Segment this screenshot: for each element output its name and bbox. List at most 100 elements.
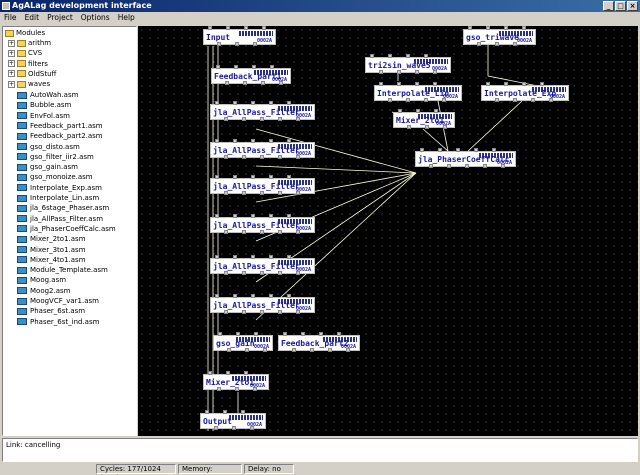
- menu-options[interactable]: Options: [77, 12, 114, 24]
- port-handle[interactable]: [477, 42, 481, 46]
- port-handle[interactable]: [278, 310, 282, 314]
- port-handle[interactable]: [287, 175, 291, 179]
- port-handle[interactable]: [215, 139, 219, 143]
- port-handle[interactable]: [269, 294, 273, 298]
- module-block[interactable]: gso_triwave 0002A: [463, 26, 536, 46]
- port-handle[interactable]: [269, 175, 273, 179]
- port-handle[interactable]: [269, 101, 273, 105]
- port-handle[interactable]: [260, 230, 264, 234]
- port-handle[interactable]: [208, 26, 212, 30]
- port-handle[interactable]: [218, 332, 222, 336]
- tree-file-item[interactable]: Mixer_2to1.asm: [17, 234, 86, 244]
- port-handle[interactable]: [495, 42, 499, 46]
- port-handle[interactable]: [540, 82, 544, 86]
- port-handle[interactable]: [319, 332, 323, 336]
- port-handle[interactable]: [254, 332, 258, 336]
- port-handle[interactable]: [296, 155, 300, 159]
- module-block[interactable]: Mixer_2to1 0002A: [393, 109, 455, 129]
- port-handle[interactable]: [388, 98, 392, 102]
- tree-file-item[interactable]: Interpolate_Lin.asm: [17, 193, 99, 203]
- port-handle[interactable]: [269, 255, 273, 259]
- port-handle[interactable]: [379, 82, 383, 86]
- port-handle[interactable]: [388, 54, 392, 58]
- port-handle[interactable]: [226, 371, 230, 375]
- port-handle[interactable]: [443, 125, 447, 129]
- port-handle[interactable]: [208, 371, 212, 375]
- module-block[interactable]: Mixer_2to1 0002A: [203, 371, 269, 391]
- maximize-button[interactable]: □: [615, 1, 626, 11]
- tree-file-item[interactable]: Mixer_4to1.asm: [17, 255, 86, 265]
- port-handle[interactable]: [442, 98, 446, 102]
- port-handle[interactable]: [296, 230, 300, 234]
- port-handle[interactable]: [260, 155, 264, 159]
- menu-help[interactable]: Help: [114, 12, 139, 24]
- port-handle[interactable]: [424, 98, 428, 102]
- tree-file-item[interactable]: Phaser_6st_ind.asm: [17, 317, 99, 327]
- port-handle[interactable]: [245, 348, 249, 352]
- port-handle[interactable]: [438, 148, 442, 152]
- port-handle[interactable]: [406, 54, 410, 58]
- port-handle[interactable]: [242, 155, 246, 159]
- port-handle[interactable]: [278, 117, 282, 121]
- port-handle[interactable]: [233, 214, 237, 218]
- port-handle[interactable]: [531, 98, 535, 102]
- port-handle[interactable]: [296, 271, 300, 275]
- expand-icon[interactable]: +: [8, 60, 15, 68]
- port-handle[interactable]: [434, 109, 438, 113]
- port-handle[interactable]: [504, 26, 508, 30]
- tree-folder[interactable]: + filters: [8, 59, 48, 69]
- port-handle[interactable]: [217, 42, 221, 46]
- port-handle[interactable]: [346, 348, 350, 352]
- port-handle[interactable]: [250, 426, 254, 430]
- port-handle[interactable]: [474, 148, 478, 152]
- module-block[interactable]: Feedback_part2 0002A: [278, 332, 360, 352]
- menu-file[interactable]: File: [0, 12, 21, 24]
- port-handle[interactable]: [296, 117, 300, 121]
- expand-icon[interactable]: +: [8, 39, 15, 47]
- port-handle[interactable]: [227, 348, 231, 352]
- port-handle[interactable]: [224, 191, 228, 195]
- port-handle[interactable]: [233, 294, 237, 298]
- port-handle[interactable]: [398, 109, 402, 113]
- port-handle[interactable]: [233, 255, 237, 259]
- port-handle[interactable]: [235, 42, 239, 46]
- module-block[interactable]: Feedback_part1 0002A: [211, 65, 291, 85]
- port-handle[interactable]: [251, 175, 255, 179]
- port-handle[interactable]: [253, 387, 257, 391]
- tree-file-item[interactable]: jla_6stage_Phaser.asm: [17, 203, 109, 213]
- tree-file-item[interactable]: Moog2.asm: [17, 286, 70, 296]
- port-handle[interactable]: [522, 26, 526, 30]
- port-handle[interactable]: [232, 426, 236, 430]
- port-handle[interactable]: [215, 294, 219, 298]
- port-handle[interactable]: [370, 54, 374, 58]
- port-handle[interactable]: [214, 426, 218, 430]
- tree-file-item[interactable]: gso_disto.asm: [17, 142, 80, 152]
- tree-file-item[interactable]: AutoWah.asm: [17, 90, 78, 100]
- port-handle[interactable]: [260, 117, 264, 121]
- patch-canvas[interactable]: Input 0002A gso_triwave 0002A Feedback_part1…: [138, 26, 638, 436]
- port-handle[interactable]: [251, 255, 255, 259]
- port-handle[interactable]: [244, 371, 248, 375]
- port-handle[interactable]: [429, 164, 433, 168]
- module-block[interactable]: gso_gain 0002A: [213, 332, 273, 352]
- port-handle[interactable]: [287, 294, 291, 298]
- port-handle[interactable]: [433, 82, 437, 86]
- port-handle[interactable]: [252, 65, 256, 69]
- expand-icon[interactable]: +: [8, 49, 15, 57]
- port-handle[interactable]: [492, 148, 496, 152]
- port-handle[interactable]: [301, 332, 305, 336]
- port-handle[interactable]: [224, 117, 228, 121]
- tree-folder[interactable]: + OldStuff: [8, 69, 56, 79]
- expand-icon[interactable]: +: [8, 70, 15, 78]
- tree-file-item[interactable]: Moog.asm: [17, 275, 66, 285]
- port-handle[interactable]: [287, 139, 291, 143]
- port-handle[interactable]: [260, 271, 264, 275]
- port-handle[interactable]: [504, 82, 508, 86]
- tree-file-item[interactable]: gso_gain.asm: [17, 162, 78, 172]
- port-handle[interactable]: [224, 271, 228, 275]
- port-handle[interactable]: [495, 98, 499, 102]
- port-handle[interactable]: [215, 255, 219, 259]
- port-handle[interactable]: [465, 164, 469, 168]
- port-handle[interactable]: [233, 139, 237, 143]
- port-handle[interactable]: [225, 81, 229, 85]
